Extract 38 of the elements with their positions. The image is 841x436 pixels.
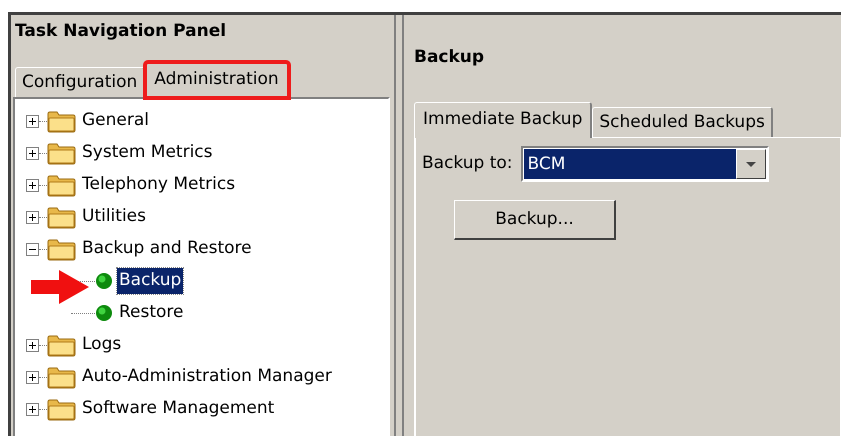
- expander-icon[interactable]: [26, 146, 39, 160]
- folder-icon: [47, 334, 76, 356]
- folder-icon: [47, 366, 76, 388]
- tree-item[interactable]: Restore: [117, 300, 186, 326]
- tree-item[interactable]: Telephony Metrics: [80, 172, 238, 198]
- backup-to-dropdown[interactable]: BCM: [520, 146, 769, 182]
- tree-item[interactable]: System Metrics: [80, 140, 215, 166]
- expander-icon[interactable]: [26, 178, 39, 192]
- folder-icon: [47, 238, 76, 260]
- tab[interactable]: Configuration: [15, 66, 146, 97]
- tab[interactable]: Immediate Backup: [414, 102, 592, 138]
- panel-title: Task Navigation Panel: [14, 20, 228, 43]
- expander-icon[interactable]: [26, 338, 39, 352]
- panel-title: Backup: [414, 46, 486, 69]
- folder-icon: [47, 142, 76, 164]
- status-ball-icon: [95, 272, 113, 290]
- folder-icon: [47, 206, 76, 228]
- expander-icon[interactable]: [26, 370, 39, 384]
- expander-icon[interactable]: [26, 402, 39, 416]
- folder-icon: [47, 110, 76, 132]
- status-ball-icon: [95, 304, 113, 322]
- expander-icon[interactable]: [26, 210, 39, 224]
- dropdown-arrow-icon[interactable]: [746, 162, 756, 166]
- tree-item[interactable]: Software Management: [80, 396, 276, 422]
- expander-icon[interactable]: [26, 114, 39, 128]
- tree-item[interactable]: Backup: [117, 268, 184, 294]
- tree-item[interactable]: Logs: [80, 332, 124, 358]
- backup-button[interactable]: Backup...: [454, 200, 616, 240]
- tree-item[interactable]: Auto-Administration Manager: [80, 364, 334, 390]
- tree-item[interactable]: Backup and Restore: [80, 236, 254, 262]
- tree-item[interactable]: Utilities: [80, 204, 148, 230]
- tab[interactable]: Administration: [145, 62, 289, 98]
- expander-icon[interactable]: [26, 242, 39, 256]
- tab[interactable]: Scheduled Backups: [592, 106, 773, 137]
- field-label: Backup to:: [422, 152, 513, 176]
- folder-icon: [47, 398, 76, 420]
- folder-icon: [47, 174, 76, 196]
- tree-item[interactable]: General: [80, 108, 151, 134]
